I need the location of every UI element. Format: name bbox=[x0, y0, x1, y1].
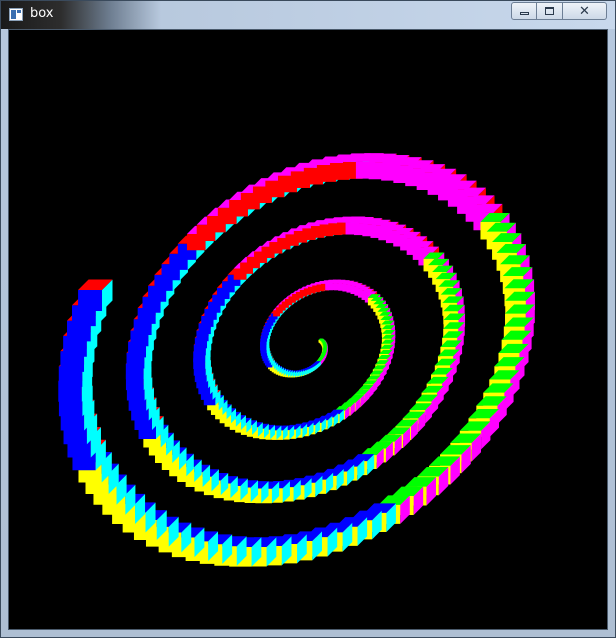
box-spiral-scene bbox=[9, 30, 607, 629]
minimize-button[interactable] bbox=[511, 2, 537, 20]
close-icon: ✕ bbox=[579, 3, 590, 19]
close-button[interactable]: ✕ bbox=[563, 2, 607, 20]
title-bar[interactable]: box ✕ bbox=[1, 1, 615, 29]
app-window: box ✕ bbox=[0, 0, 616, 638]
window-controls: ✕ bbox=[511, 2, 607, 21]
app-window-icon[interactable] bbox=[9, 8, 23, 21]
window-title: box bbox=[30, 6, 54, 21]
box-front-face bbox=[78, 290, 103, 311]
minimize-icon bbox=[519, 11, 529, 15]
render-canvas[interactable] bbox=[8, 29, 608, 630]
maximize-button[interactable] bbox=[537, 2, 563, 20]
spiral-box bbox=[78, 279, 113, 311]
maximize-icon bbox=[545, 7, 554, 15]
